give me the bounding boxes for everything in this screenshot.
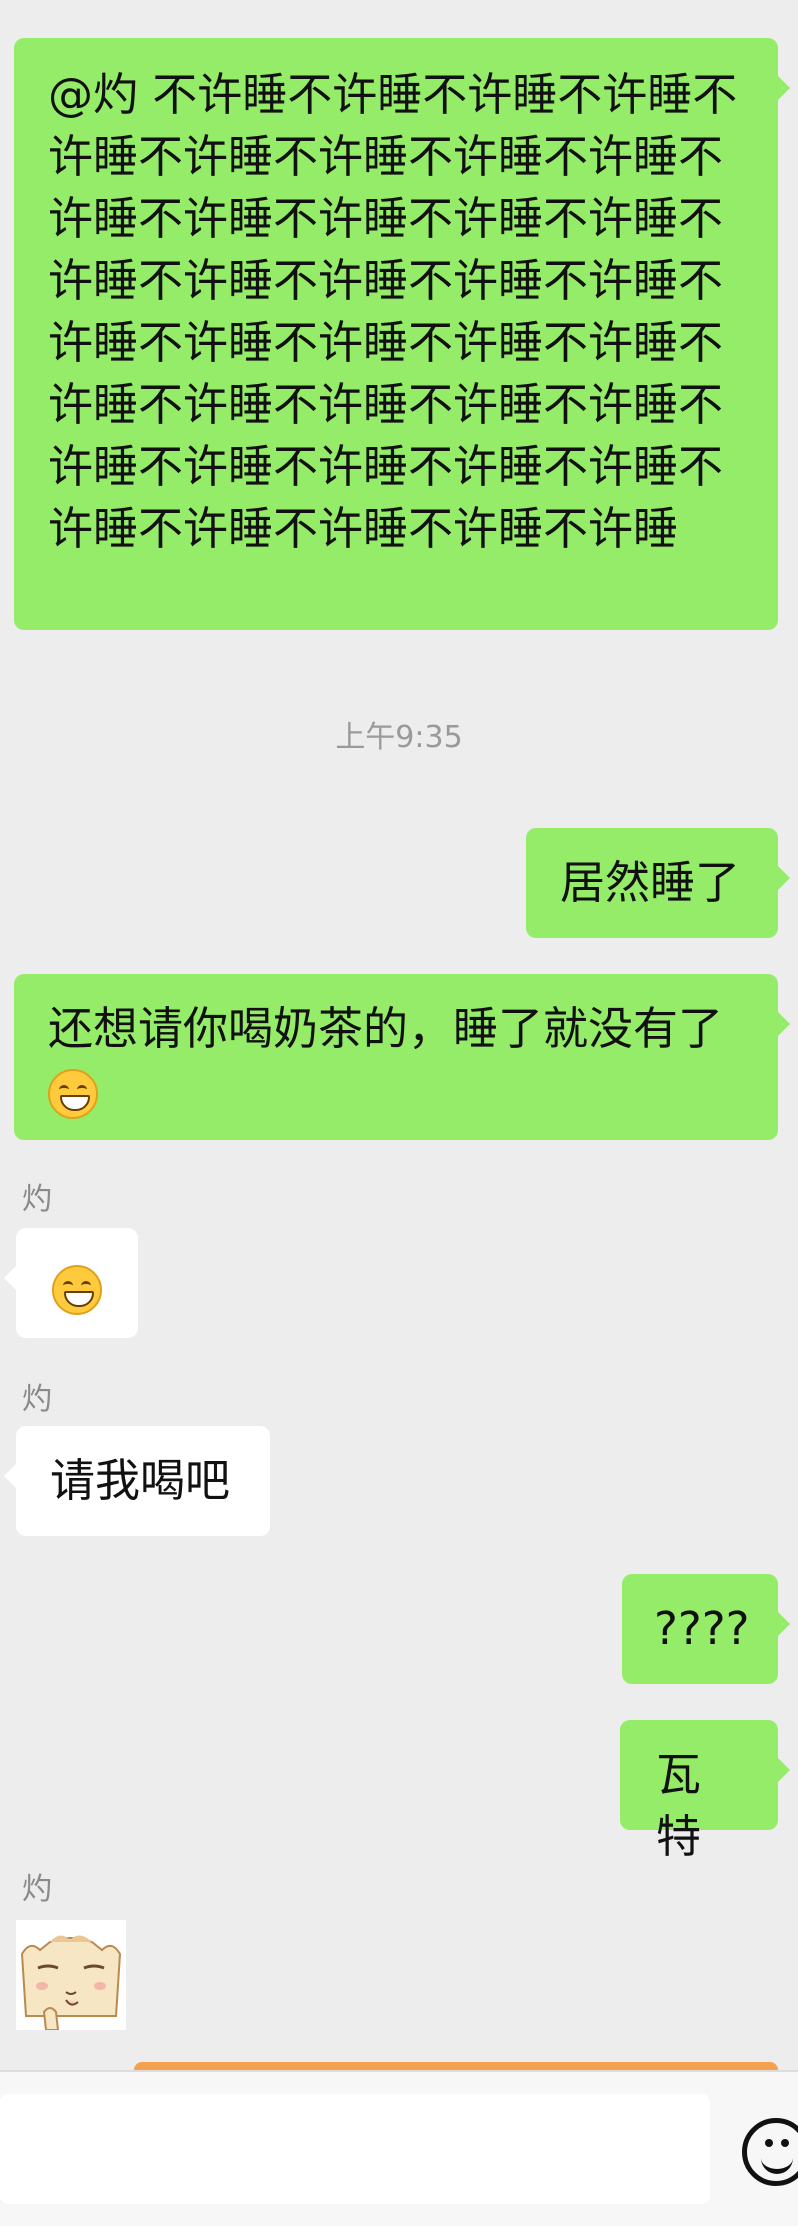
smile-icon [765,2139,773,2147]
message-text: 瓦特 [656,1748,702,1863]
chat-message-list[interactable]: @灼 不许睡不许睡不许睡不许睡不许睡不许睡不许睡不许睡不许睡不许睡不许睡不许睡不… [0,0,798,2070]
timestamp: 上午9:35 [335,720,463,755]
message-bubble-slept[interactable]: 居然睡了 [526,828,790,938]
grin-emoji [48,1069,98,1119]
message-bubble-question[interactable]: ???? [622,1574,790,1684]
sender-name: 灼 [22,1182,52,1217]
message-text: @灼 不许睡不许睡不许睡不许睡不许睡不许睡不许睡不许睡不许睡不许睡不许睡不许睡不… [48,68,738,555]
message-text: 居然睡了 [560,856,741,909]
grin-emoji [52,1265,102,1315]
cat-sticker-icon [20,1935,122,2030]
message-bubble-nosleep[interactable]: @灼 不许睡不许睡不许睡不许睡不许睡不许睡不许睡不许睡不许睡不许睡不许睡不许睡不… [14,38,790,630]
message-text: 请我喝吧 [50,1454,231,1507]
message-bubble-what[interactable]: 瓦特 [620,1720,790,1863]
input-bar [0,2070,798,2226]
message-preview-strip [134,2062,778,2070]
message-input[interactable] [0,2094,710,2204]
sender-name: 灼 [22,1872,52,1907]
message-bubble-treat-me[interactable]: 请我喝吧 [4,1426,270,1536]
message-bubble-emoji[interactable] [4,1228,138,1338]
message-text: 还想请你喝奶茶的，睡了就没有了 [48,1002,724,1055]
message-bubble-milk-tea[interactable]: 还想请你喝奶茶的，睡了就没有了 [14,974,790,1140]
cat-sticker-icon[interactable] [16,1920,126,2030]
message-text: ???? [654,1602,750,1655]
sender-name: 灼 [22,1382,52,1417]
emoji-button[interactable] [742,2118,798,2186]
